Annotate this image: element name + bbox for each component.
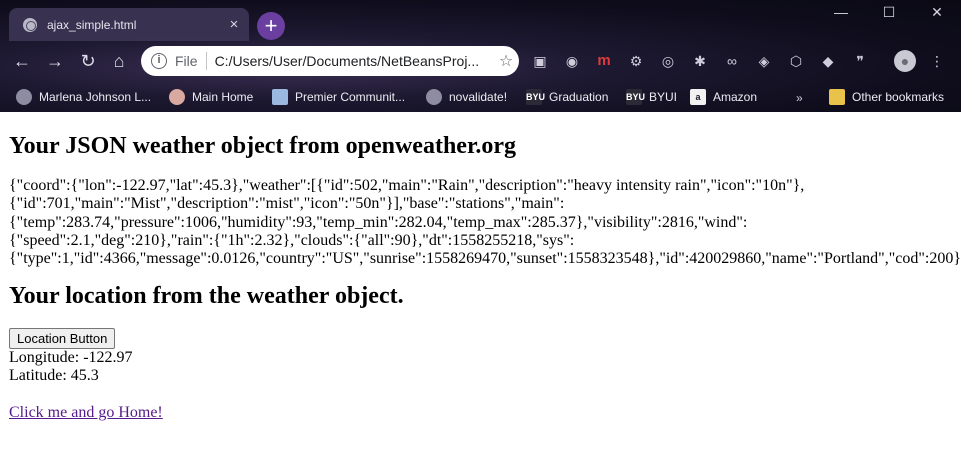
tab-title: ajax_simple.html	[47, 17, 137, 32]
bookmark-label: BYUI	[649, 90, 678, 104]
url-text[interactable]: C:/Users/User/Documents/NetBeansProj...	[215, 53, 493, 69]
new-tab-button[interactable]: +	[257, 12, 285, 40]
byu-logo-icon: BYU	[526, 89, 545, 105]
location-heading: Your location from the weather object.	[9, 283, 404, 310]
bookmark-label: Graduation	[549, 90, 609, 104]
bookmark-label: Amazon	[713, 90, 758, 104]
json-output: {"coord":{"lon":-122.97,"lat":45.3},"wea…	[9, 177, 961, 268]
tab-close-icon[interactable]: ×	[223, 16, 245, 33]
globe-icon	[16, 89, 32, 105]
json-heading: Your JSON weather object from openweathe…	[9, 133, 517, 159]
back-button[interactable]: ←	[9, 48, 35, 74]
byu-logo-icon: BYU	[626, 89, 645, 105]
globe-icon	[23, 17, 37, 32]
maximize-button[interactable]: ☐	[865, 0, 913, 26]
info-icon[interactable]: i	[151, 53, 167, 69]
home-logo-icon	[169, 89, 185, 105]
window-controls: — ☐ ✕	[817, 0, 961, 26]
amazon-logo-icon: a	[690, 89, 706, 105]
address-bar[interactable]: i File C:/Users/User/Documents/NetBeansP…	[141, 46, 519, 76]
community-logo-icon	[272, 89, 288, 105]
puzzle-icon[interactable]: ✱	[689, 50, 711, 72]
bookmark-item[interactable]: BYU BYUI	[626, 86, 677, 108]
home-link[interactable]: Click me and go Home!	[9, 404, 163, 422]
profile-avatar-icon[interactable]: ●	[894, 50, 916, 72]
bookmarks-overflow-icon[interactable]: »	[796, 91, 803, 105]
bookmark-item[interactable]: novalidate!	[426, 86, 507, 108]
json-line: {"coord":{"lon":-122.97,"lat":45.3},"wea…	[9, 177, 805, 194]
url-scheme: File	[175, 53, 198, 69]
longitude-text: Longitude: -122.97	[9, 349, 133, 367]
browser-chrome: ajax_simple.html × + — ☐ ✕ ← → ↻ ⌂ i Fil…	[0, 0, 961, 112]
json-line: {"type":1,"id":4366,"message":0.0126,"co…	[9, 250, 961, 268]
bookmark-label: Main Home	[192, 90, 254, 104]
tab-strip: ajax_simple.html × + — ☐ ✕	[0, 0, 961, 41]
other-bookmarks[interactable]: Other bookmarks	[829, 86, 944, 108]
bookmarks-bar: Marlena Johnson L... Main Home Premier C…	[0, 81, 961, 112]
bookmark-item[interactable]: a Amazon	[690, 86, 757, 108]
infinity-icon[interactable]: ∞	[721, 50, 743, 72]
json-line: {"speed":2.1,"deg":210},"rain":{"1h":2.3…	[9, 231, 575, 249]
reload-button[interactable]: ↻	[75, 48, 101, 74]
close-window-button[interactable]: ✕	[913, 0, 961, 26]
minimize-button[interactable]: —	[817, 0, 865, 26]
folder-icon	[829, 89, 845, 105]
bookmark-item[interactable]: Marlena Johnson L...	[16, 86, 151, 108]
json-line: {"id":701,"main":"Mist","description":"m…	[9, 195, 565, 213]
location-button[interactable]: Location Button	[9, 328, 116, 350]
page-content: Your JSON weather object from openweathe…	[0, 112, 961, 473]
shield-icon[interactable]: ◈	[753, 50, 775, 72]
m-logo-icon[interactable]: m	[593, 50, 615, 72]
pdf-icon[interactable]: ⬡	[785, 50, 807, 72]
json-line: {"temp":283.74,"pressure":1006,"humidity…	[9, 213, 748, 231]
globe-icon	[426, 89, 442, 105]
bookmark-item[interactable]: Premier Communit...	[272, 86, 405, 108]
home-button[interactable]: ⌂	[106, 48, 132, 74]
bookmark-label: Marlena Johnson L...	[39, 90, 152, 104]
menu-dots-icon[interactable]: ⋮	[926, 50, 948, 72]
omnibox-divider	[205, 52, 207, 70]
gear-icon[interactable]: ⚙	[625, 50, 647, 72]
bookmark-star-icon[interactable]: ☆	[493, 51, 519, 71]
cube-icon[interactable]: ◆	[817, 50, 839, 72]
bookmark-item[interactable]: Main Home	[169, 86, 253, 108]
circle-icon[interactable]: ◉	[561, 50, 583, 72]
bookmark-item[interactable]: BYU Graduation	[526, 86, 608, 108]
latitude-text: Latitude: 45.3	[9, 367, 99, 385]
tab-ajax-simple[interactable]: ajax_simple.html ×	[9, 8, 249, 41]
bookmark-label: Premier Communit...	[295, 90, 406, 104]
browser-toolbar: ← → ↻ ⌂ i File C:/Users/User/Documents/N…	[0, 41, 961, 81]
bookmark-label: novalidate!	[449, 90, 508, 104]
quote-icon[interactable]: ❞	[849, 50, 871, 72]
wheel-icon[interactable]: ◎	[657, 50, 679, 72]
forward-button[interactable]: →	[42, 48, 68, 74]
briefcase-icon[interactable]: ▣	[529, 50, 551, 72]
other-bookmarks-label: Other bookmarks	[852, 90, 945, 104]
